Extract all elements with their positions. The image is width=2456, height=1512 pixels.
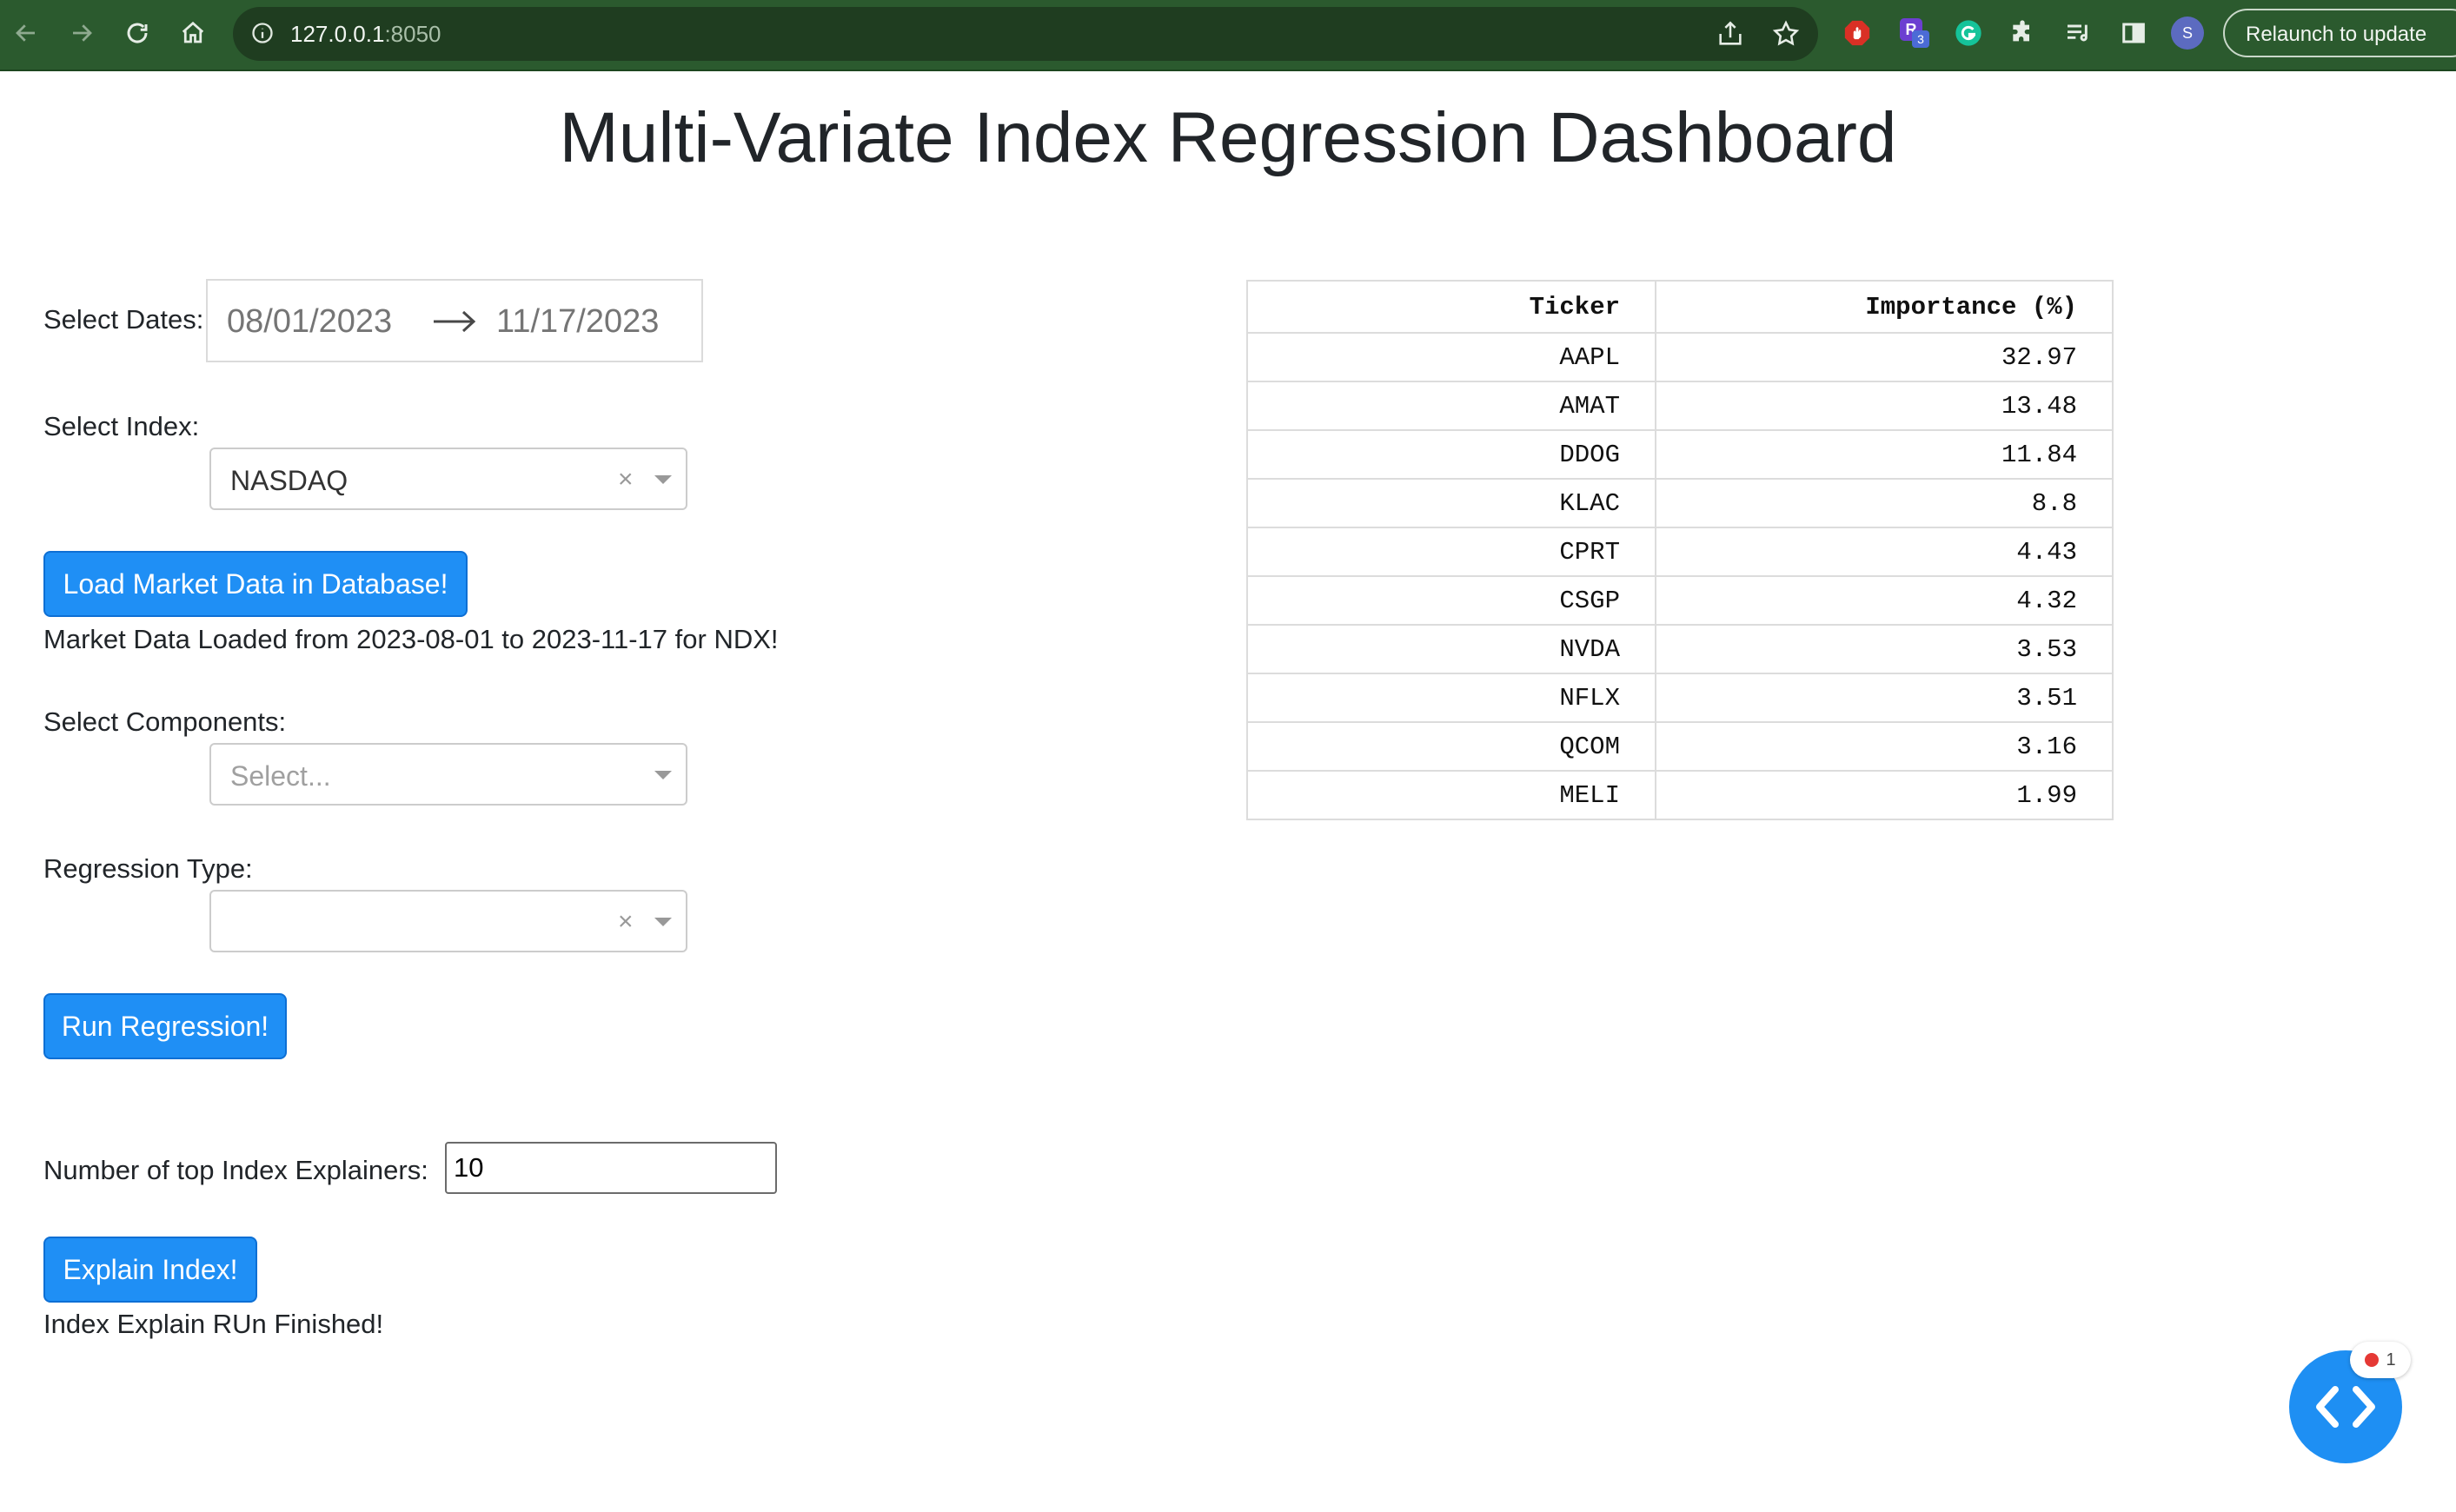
extension-badge-count: 3	[1912, 30, 1929, 48]
chevron-down-icon[interactable]	[654, 475, 672, 484]
table-row: NVDA 3.53	[1246, 624, 2114, 674]
side-panel-icon[interactable]	[2117, 17, 2150, 50]
reload-button[interactable]	[116, 12, 158, 54]
regression-type-label: Regression Type:	[43, 853, 253, 884]
error-dot-icon	[2365, 1353, 2380, 1367]
chevron-down-icon[interactable]	[654, 918, 672, 926]
end-date-input[interactable]: 11/17/2023	[496, 303, 659, 341]
error-count: 1	[2386, 1350, 2396, 1369]
home-icon	[182, 21, 204, 43]
table-row: AAPL 32.97	[1246, 332, 2114, 382]
table-row: AMAT 13.48	[1246, 381, 2114, 431]
importance-cell[interactable]: 13.48	[1655, 381, 2114, 431]
start-date-input[interactable]: 08/01/2023	[227, 303, 392, 341]
ticker-cell[interactable]: NFLX	[1246, 673, 1656, 723]
profile-avatar[interactable]: S	[2171, 17, 2204, 50]
url-text: 127.0.0.1:8050	[290, 21, 441, 47]
run-regression-button[interactable]: Run Regression!	[43, 993, 287, 1059]
importance-cell[interactable]: 4.32	[1655, 575, 2114, 626]
site-info-icon[interactable]	[250, 21, 275, 45]
ticker-cell[interactable]: CPRT	[1246, 527, 1656, 577]
importance-table: Ticker Importance (%) AAPL 32.97 AMAT 13.4…	[1246, 280, 2114, 820]
explain-status-text: Index Explain RUn Finished!	[43, 1309, 384, 1339]
importance-cell[interactable]: 4.43	[1655, 527, 2114, 577]
load-status-text: Market Data Loaded from 2023-08-01 to 20…	[43, 624, 779, 654]
importance-cell[interactable]: 11.84	[1655, 429, 2114, 480]
grammarly-extension-icon[interactable]	[1952, 17, 1985, 50]
components-dropdown[interactable]: Select...	[209, 743, 687, 806]
select-index-label: Select Index:	[43, 411, 200, 441]
bookmark-star-icon[interactable]	[1771, 19, 1801, 49]
index-selected-value: NASDAQ	[230, 465, 348, 496]
ticker-cell[interactable]: AAPL	[1246, 332, 1656, 382]
ticker-cell[interactable]: MELI	[1246, 770, 1656, 820]
explainers-label: Number of top Index Explainers:	[43, 1155, 428, 1185]
profile-initial: S	[2171, 17, 2204, 50]
home-button[interactable]	[172, 12, 214, 54]
explain-index-button[interactable]: Explain Index!	[43, 1237, 257, 1303]
select-components-label: Select Components:	[43, 706, 287, 737]
clear-icon[interactable]: ×	[618, 907, 634, 937]
reload-icon	[127, 23, 148, 43]
extensions-puzzle-icon[interactable]	[2006, 17, 2039, 50]
date-range-picker[interactable]: 08/01/2023 11/17/2023	[206, 279, 703, 362]
page-title: Multi-Variate Index Regression Dashboard	[559, 98, 1897, 177]
importance-cell[interactable]: 3.16	[1655, 721, 2114, 772]
adblock-extension-icon[interactable]	[1841, 17, 1874, 50]
table-header-row: Ticker Importance (%)	[1246, 280, 2114, 334]
forward-button[interactable]	[61, 12, 103, 54]
code-brackets-icon	[2316, 1386, 2375, 1428]
explainers-count-input[interactable]: 10	[445, 1142, 777, 1194]
browser-toolbar: 127.0.0.1:8050 R 3 S Relaunch to update	[0, 0, 2456, 71]
r-extension-icon[interactable]: R 3	[1898, 17, 1931, 50]
importance-cell[interactable]: 8.8	[1655, 478, 2114, 528]
ticker-cell[interactable]: NVDA	[1246, 624, 1656, 674]
share-icon[interactable]	[1716, 19, 1745, 49]
ticker-cell[interactable]: KLAC	[1246, 478, 1656, 528]
importance-cell[interactable]: 3.53	[1655, 624, 2114, 674]
load-market-data-button[interactable]: Load Market Data in Database!	[43, 551, 468, 617]
importance-cell[interactable]: 3.51	[1655, 673, 2114, 723]
importance-cell[interactable]: 1.99	[1655, 770, 2114, 820]
chevron-down-icon[interactable]	[654, 771, 672, 779]
range-arrow-icon	[434, 310, 476, 333]
regression-type-dropdown[interactable]: ×	[209, 890, 687, 952]
select-dates-label: Select Dates:	[43, 304, 204, 335]
relaunch-button[interactable]: Relaunch to update	[2223, 9, 2456, 57]
back-arrow-icon	[16, 24, 35, 42]
ticker-cell[interactable]: DDOG	[1246, 429, 1656, 480]
ticker-cell[interactable]: AMAT	[1246, 381, 1656, 431]
table-row: CPRT 4.43	[1246, 527, 2114, 577]
column-header-importance[interactable]: Importance (%)	[1655, 280, 2114, 334]
table-row: QCOM 3.16	[1246, 721, 2114, 772]
ticker-cell[interactable]: QCOM	[1246, 721, 1656, 772]
column-header-ticker[interactable]: Ticker	[1246, 280, 1656, 334]
index-dropdown[interactable]: NASDAQ ×	[209, 448, 687, 510]
reading-list-icon[interactable]	[2061, 17, 2094, 50]
forward-arrow-icon	[73, 24, 92, 42]
address-bar[interactable]: 127.0.0.1:8050	[233, 7, 1818, 61]
clear-icon[interactable]: ×	[618, 465, 634, 494]
error-count-badge[interactable]: 1	[2350, 1342, 2411, 1378]
ticker-cell[interactable]: CSGP	[1246, 575, 1656, 626]
table-row: MELI 1.99	[1246, 770, 2114, 820]
table-row: NFLX 3.51	[1246, 673, 2114, 723]
importance-cell[interactable]: 32.97	[1655, 332, 2114, 382]
table-row: KLAC 8.8	[1246, 478, 2114, 528]
components-placeholder: Select...	[230, 760, 331, 792]
table-row: DDOG 11.84	[1246, 429, 2114, 480]
table-row: CSGP 4.32	[1246, 575, 2114, 626]
back-button[interactable]	[5, 12, 47, 54]
